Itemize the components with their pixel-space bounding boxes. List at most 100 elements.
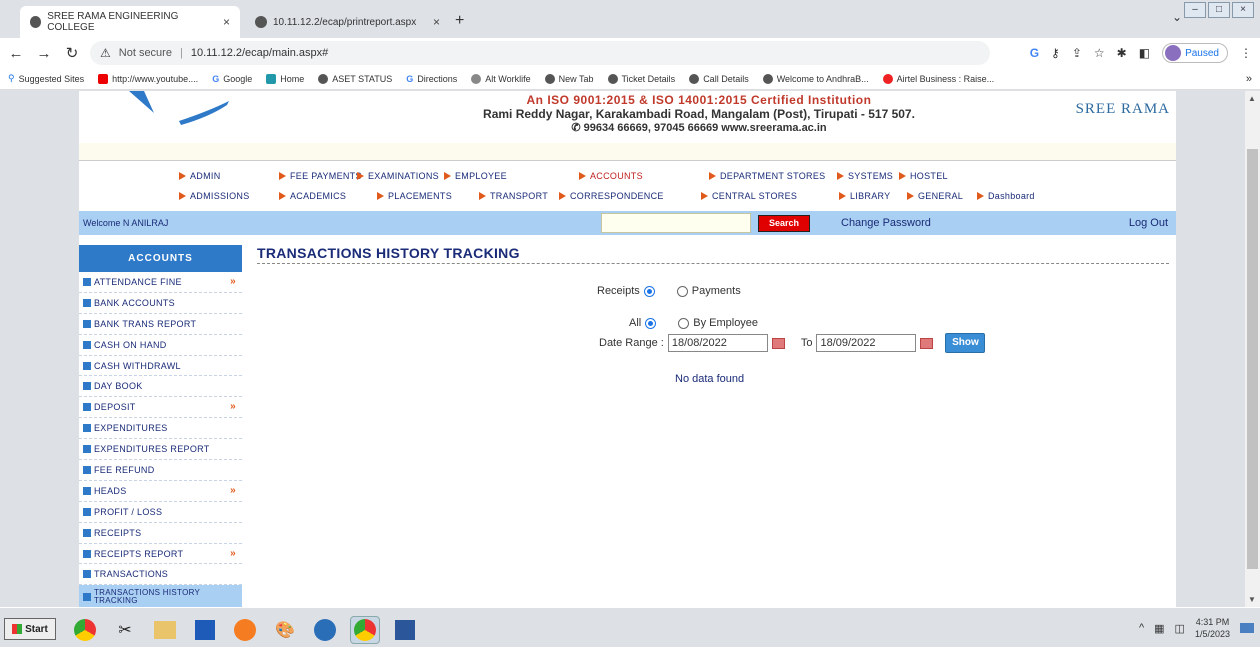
chrome-active-icon[interactable] <box>350 616 380 644</box>
by-employee-radio[interactable] <box>678 317 690 329</box>
menu-hostel[interactable]: HOSTEL <box>899 171 948 181</box>
sidebar-item-receipts-report[interactable]: RECEIPTS REPORT » <box>79 543 242 565</box>
bookmark-google[interactable]: G Google <box>212 74 252 84</box>
clock[interactable]: 4:31 PM 1/5/2023 <box>1195 616 1230 640</box>
menu-academics[interactable]: ACADEMICS <box>279 191 346 201</box>
file-explorer-icon[interactable] <box>150 616 180 644</box>
show-button[interactable]: Show <box>945 333 986 353</box>
menu-library[interactable]: LIBRARY <box>839 191 890 201</box>
sidebar-item-expenditures-report[interactable]: EXPENDITURES REPORT <box>79 439 242 461</box>
bookmark-directions[interactable]: G Directions <box>406 74 457 84</box>
address-bar[interactable]: ⚠ Not secure | 10.11.12.2/ecap/main.aspx… <box>90 41 990 65</box>
scroll-down-icon[interactable]: ▼ <box>1248 595 1256 604</box>
bookmark-andhra-bank[interactable]: Welcome to AndhraB... <box>762 73 869 84</box>
sidebar-item-deposit[interactable]: DEPOSIT » <box>79 397 242 419</box>
sidebar-item-attendance-fine[interactable]: ATTENDANCE FINE » <box>79 272 242 293</box>
extensions-icon[interactable]: ✱ <box>1117 46 1127 60</box>
sidebar-item-cash-on-hand[interactable]: CASH ON HAND <box>79 334 242 356</box>
scroll-up-icon[interactable]: ▲ <box>1248 94 1256 103</box>
menu-fee-payments[interactable]: FEE PAYMENTS <box>279 171 362 181</box>
sidepanel-icon[interactable]: ◧ <box>1139 46 1150 60</box>
logout-link[interactable]: Log Out <box>1129 217 1168 229</box>
change-password-link[interactable]: Change Password <box>841 217 931 229</box>
chrome-icon[interactable] <box>70 616 100 644</box>
bookmark-youtube[interactable]: http://www.youtube.... <box>98 73 198 84</box>
payments-radio[interactable] <box>676 285 688 297</box>
share-icon[interactable]: ⇪ <box>1072 46 1082 60</box>
tab-print-report[interactable]: 10.11.12.2/ecap/printreport.aspx × <box>245 6 450 38</box>
sidebar-item-profit-loss[interactable]: PROFIT / LOSS <box>79 501 242 523</box>
receipts-radio[interactable] <box>643 285 655 297</box>
sidebar-item-transactions[interactable]: TRANSACTIONS <box>79 564 242 586</box>
key-icon[interactable]: ⚷ <box>1051 46 1060 60</box>
page-scrollbar[interactable]: ▲ ▼ <box>1245 91 1260 607</box>
bookmark-new-tab[interactable]: New Tab <box>544 73 594 84</box>
paint-tool-icon[interactable]: ✂ <box>110 616 140 644</box>
paint-icon[interactable]: 🎨 <box>270 616 300 644</box>
show-desktop-icon[interactable] <box>1240 623 1254 633</box>
bookmark-home[interactable]: Home <box>266 73 304 84</box>
menu-employee[interactable]: EMPLOYEE <box>444 171 507 181</box>
sidebar-item-receipts[interactable]: RECEIPTS <box>79 522 242 544</box>
sidebar-item-heads[interactable]: HEADS » <box>79 480 242 502</box>
scroll-thumb[interactable] <box>1247 149 1258 569</box>
outlook-icon[interactable] <box>190 616 220 644</box>
menu-admin[interactable]: ADMIN <box>179 171 221 181</box>
bookmark-alt-worklife[interactable]: Alt Worklife <box>471 73 531 84</box>
to-date-input[interactable]: 18/09/2022 <box>816 334 917 352</box>
from-date-input[interactable]: 18/08/2022 <box>667 334 768 352</box>
menu-accounts[interactable]: ACCOUNTS <box>579 171 643 181</box>
search-button[interactable]: Search <box>758 215 810 232</box>
menu-placements[interactable]: PLACEMENTS <box>377 191 452 201</box>
back-icon[interactable]: ← <box>4 45 28 62</box>
maximize-button[interactable]: □ <box>1208 2 1230 18</box>
bookmark-airtel[interactable]: Airtel Business : Raise... <box>882 73 994 84</box>
close-icon[interactable]: × <box>223 15 230 29</box>
sidebar-item-bank-trans-report[interactable]: BANK TRANS REPORT <box>79 313 242 335</box>
bookmarks-overflow-button[interactable]: » <box>1246 73 1252 85</box>
menu-transport[interactable]: TRANSPORT <box>479 191 548 201</box>
menu-dashboard[interactable]: Dashboard <box>977 191 1035 201</box>
menu-department-stores[interactable]: DEPARTMENT STORES <box>709 171 825 181</box>
globe-icon <box>544 73 555 84</box>
menu-examinations[interactable]: EXAMINATIONS <box>357 171 439 181</box>
sidebar-item-bank-accounts[interactable]: BANK ACCOUNTS <box>79 292 242 314</box>
menu-kebab-icon[interactable]: ⋮ <box>1240 46 1252 60</box>
tray-expand-icon[interactable]: ^ <box>1139 622 1144 634</box>
sidebar-item-cash-withdrawl[interactable]: CASH WITHDRAWL <box>79 355 242 377</box>
firefox-icon[interactable] <box>230 616 260 644</box>
bookmark-ticket-details[interactable]: Ticket Details <box>607 73 675 84</box>
google-icon[interactable]: G <box>1030 46 1039 60</box>
sidebar-item-day-book[interactable]: DAY BOOK <box>79 376 242 398</box>
network-icon[interactable]: ▦ <box>1154 622 1164 635</box>
start-button[interactable]: Start <box>4 618 56 640</box>
sidebar-item-expenditures[interactable]: EXPENDITURES <box>79 418 242 440</box>
minimize-button[interactable]: – <box>1184 2 1206 18</box>
bookmark-aset-status[interactable]: ASET STATUS <box>318 73 392 84</box>
forward-icon[interactable]: → <box>32 45 56 62</box>
close-icon[interactable]: × <box>433 15 440 29</box>
calendar-icon[interactable] <box>771 337 785 349</box>
all-radio[interactable] <box>645 317 657 329</box>
word-icon[interactable] <box>390 616 420 644</box>
bookmark-call-details[interactable]: Call Details <box>689 73 749 84</box>
sidebar-item-transactions-history-tracking[interactable]: TRANSACTIONS HISTORY TRACKING <box>79 585 242 607</box>
new-tab-button[interactable]: + <box>455 12 464 30</box>
star-icon[interactable]: ☆ <box>1094 46 1105 60</box>
sidebar-item-fee-refund[interactable]: FEE REFUND <box>79 460 242 481</box>
menu-admissions[interactable]: ADMISSIONS <box>179 191 250 201</box>
reload-icon[interactable]: ↻ <box>60 44 84 62</box>
media-player-icon[interactable] <box>310 616 340 644</box>
menu-systems[interactable]: SYSTEMS <box>837 171 893 181</box>
tab-search-icon[interactable]: ⌄ <box>1172 10 1182 24</box>
menu-general[interactable]: GENERAL <box>907 191 963 201</box>
menu-correspondence[interactable]: CORRESPONDENCE <box>559 191 664 201</box>
volume-icon[interactable]: ◫ <box>1175 622 1185 635</box>
search-input[interactable] <box>601 213 751 233</box>
bookmark-suggested-sites[interactable]: ⚲ Suggested Sites <box>8 73 84 84</box>
menu-central-stores[interactable]: CENTRAL STORES <box>701 191 797 201</box>
close-window-button[interactable]: × <box>1232 2 1254 18</box>
tab-sree-rama[interactable]: SREE RAMA ENGINEERING COLLEGE × <box>20 6 240 38</box>
calendar-icon[interactable] <box>920 337 934 349</box>
profile-button[interactable]: Paused <box>1162 43 1228 63</box>
